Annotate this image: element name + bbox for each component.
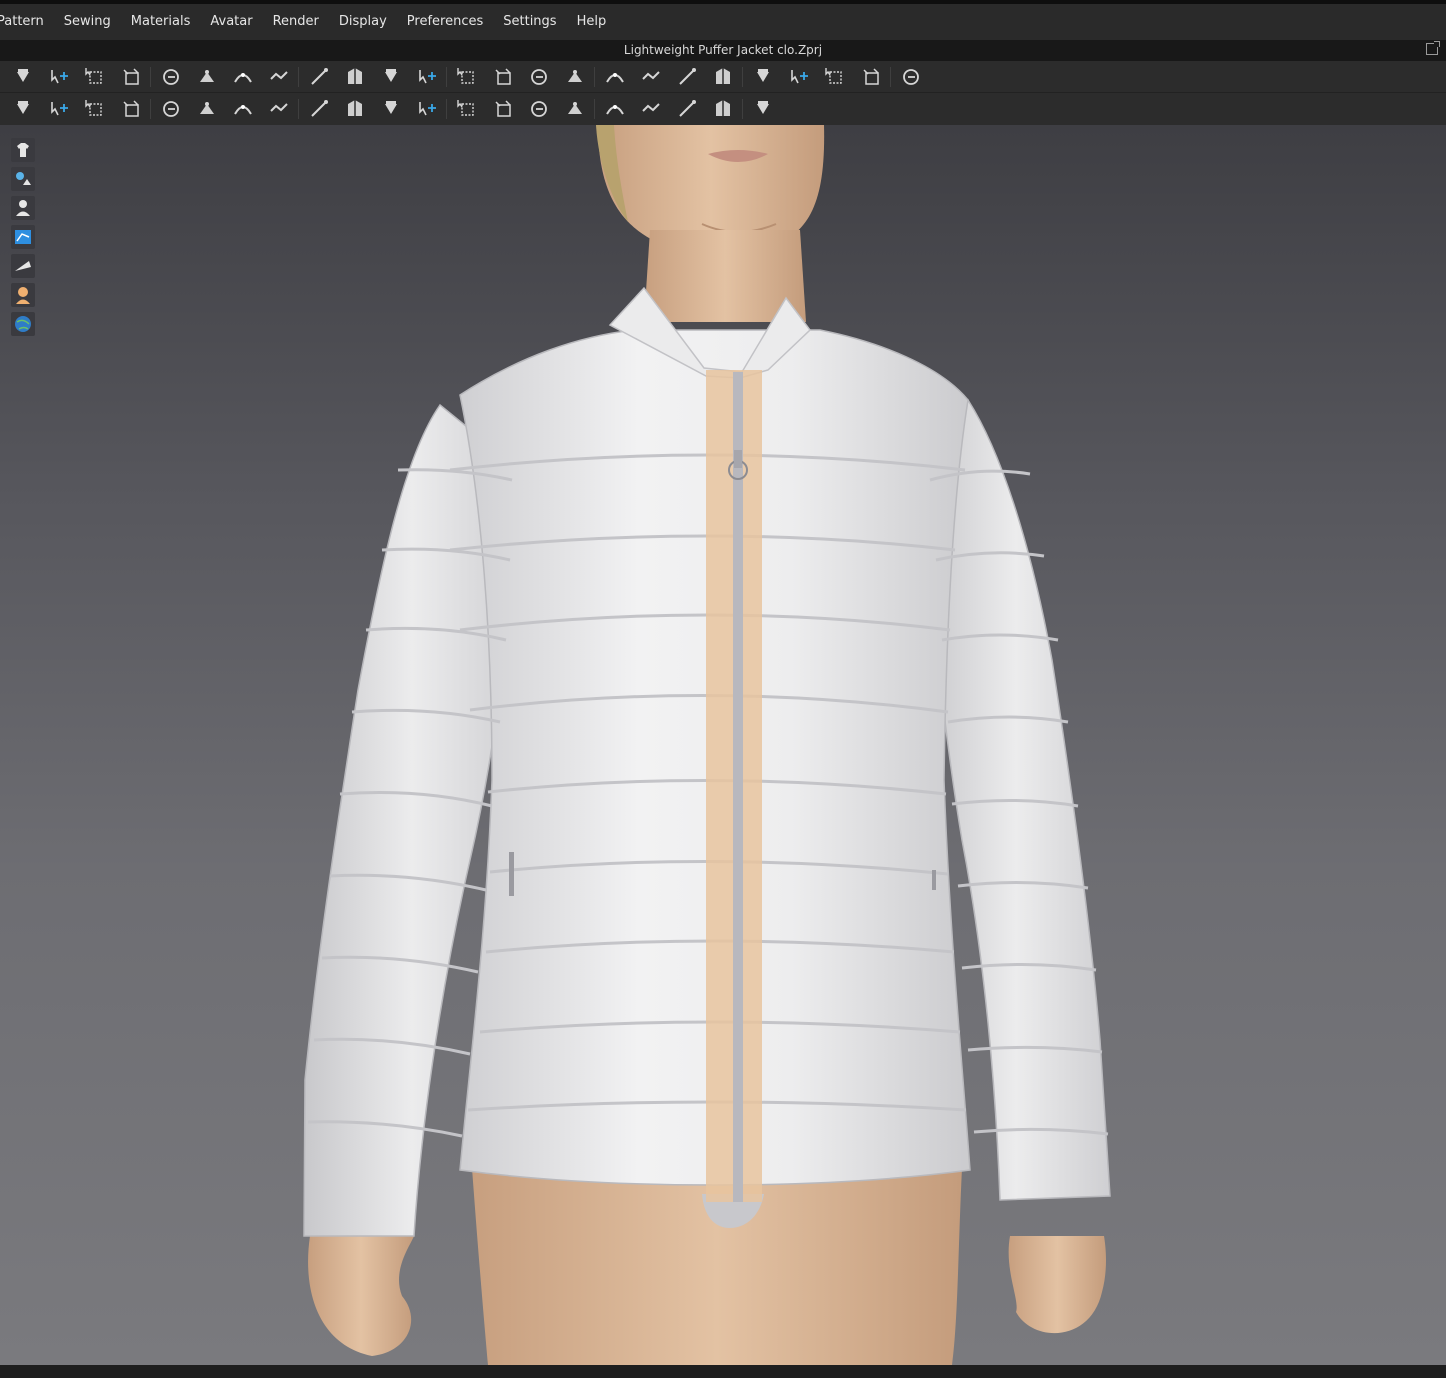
fold-garment-icon[interactable] [638, 64, 664, 90]
puckering-icon[interactable] [306, 96, 332, 122]
toolbar-separator [594, 67, 595, 87]
select-move-icon[interactable] [46, 64, 72, 90]
menu-bar: Pattern Sewing Materials Avatar Render D… [0, 4, 1446, 40]
toolbar-3d-row-2 [0, 93, 1446, 125]
toolbar-separator [150, 67, 151, 87]
edit-curvature-icon[interactable] [306, 64, 332, 90]
stitch-icon[interactable] [750, 64, 776, 90]
toolbar-separator [742, 99, 743, 119]
move-pin-icon[interactable] [194, 64, 220, 90]
avatar-render [303, 125, 1111, 1365]
pose-avatar-icon[interactable] [10, 96, 36, 122]
transform-pattern-icon[interactable] [82, 64, 108, 90]
zipper-teeth [733, 372, 743, 1202]
piece-icon[interactable] [602, 96, 628, 122]
measure-curve-icon[interactable] [822, 64, 848, 90]
buttonhole-icon[interactable] [414, 96, 440, 122]
pin-icon[interactable] [46, 96, 72, 122]
toolbar-separator [890, 67, 891, 87]
select-button-icon[interactable] [378, 96, 404, 122]
zipper-icon[interactable] [490, 96, 516, 122]
reset-arrangement-icon[interactable] [490, 64, 516, 90]
menu-display[interactable]: Display [329, 4, 397, 40]
menu-render[interactable]: Render [263, 4, 329, 40]
show-garment-icon[interactable] [526, 64, 552, 90]
curve-point-icon[interactable] [266, 64, 292, 90]
seam-taping-icon[interactable] [158, 96, 184, 122]
menu-pattern[interactable]: Pattern [0, 4, 54, 40]
pocket-zipper-right [932, 870, 936, 890]
toolbar-separator [298, 99, 299, 119]
edit-pattern-icon[interactable] [118, 64, 144, 90]
shirring-icon[interactable] [638, 96, 664, 122]
project-title: Lightweight Puffer Jacket clo.Zprj [623, 43, 823, 57]
fold-in-icon[interactable] [674, 96, 700, 122]
toolbar-separator [446, 99, 447, 119]
lower-garment-icon[interactable] [602, 64, 628, 90]
magic-pin-icon[interactable] [82, 96, 108, 122]
graphic-icon[interactable] [266, 96, 292, 122]
stitch-3d-icon[interactable] [118, 96, 144, 122]
elastic-icon[interactable] [562, 96, 588, 122]
3d-viewport[interactable] [0, 125, 1446, 1365]
tack-icon[interactable] [674, 64, 700, 90]
avatar-display-icon[interactable] [11, 196, 35, 220]
toolbar-separator [298, 67, 299, 87]
tape-measure-icon[interactable] [858, 64, 884, 90]
check-sewing-icon[interactable] [414, 64, 440, 90]
menu-help[interactable]: Help [567, 4, 617, 40]
raise-garment-icon[interactable] [562, 64, 588, 90]
stack-icon[interactable] [710, 64, 736, 90]
fold-arrangement-icon[interactable] [158, 64, 184, 90]
shape-icon[interactable] [750, 96, 776, 122]
simulation-icon[interactable] [10, 64, 36, 90]
piping-icon[interactable] [526, 96, 552, 122]
toolbar-separator [150, 99, 151, 119]
garment-display-icon[interactable] [11, 138, 35, 162]
viewport-title-bar: Lightweight Puffer Jacket clo.Zprj [0, 40, 1446, 61]
menu-preferences[interactable]: Preferences [397, 4, 493, 40]
segment-sewing-icon[interactable] [342, 64, 368, 90]
fabric-mode-icon[interactable] [11, 225, 35, 249]
status-bar [0, 1365, 1446, 1378]
free-sewing-icon[interactable] [378, 64, 404, 90]
thickness-icon[interactable] [11, 254, 35, 278]
menu-avatar[interactable]: Avatar [200, 4, 262, 40]
popout-window-icon[interactable] [1426, 41, 1440, 55]
copy-sheet-icon[interactable] [194, 96, 220, 122]
attach-icon[interactable] [454, 96, 480, 122]
pocket-zipper-left [509, 852, 514, 896]
toolbar-separator [446, 67, 447, 87]
add-point-icon[interactable] [230, 64, 256, 90]
toolbar-separator [742, 67, 743, 87]
avatar-head [596, 125, 825, 247]
arrangement-icon[interactable] [454, 64, 480, 90]
toolbar-separator [594, 99, 595, 119]
skin-icon[interactable] [11, 283, 35, 307]
ruler-icon[interactable] [898, 64, 924, 90]
edit-texture-icon[interactable] [230, 96, 256, 122]
menu-materials[interactable]: Materials [121, 4, 201, 40]
avatar-texture-icon[interactable] [11, 167, 35, 191]
toolbar-3d-row-1 [0, 61, 1446, 93]
menu-sewing[interactable]: Sewing [54, 4, 121, 40]
menu-settings[interactable]: Settings [493, 4, 566, 40]
button-icon[interactable] [342, 96, 368, 122]
environment-icon[interactable] [11, 312, 35, 336]
fold-out-icon[interactable] [710, 96, 736, 122]
stretch-icon[interactable] [786, 64, 812, 90]
